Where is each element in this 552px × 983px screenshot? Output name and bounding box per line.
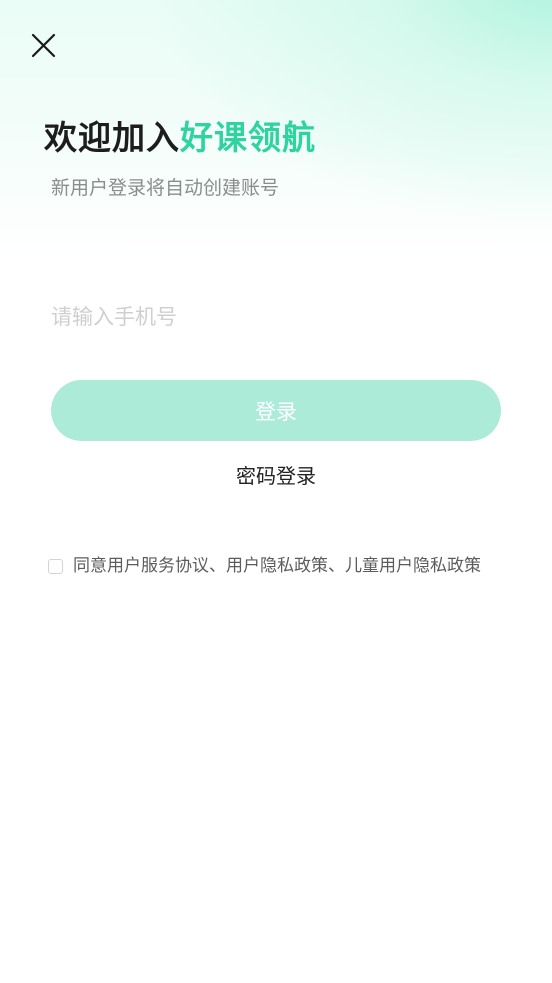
agreement-checkbox[interactable] (48, 558, 63, 574)
password-login-link[interactable]: 密码登录 (0, 460, 552, 492)
page-title: 欢迎加入好课领航 (44, 116, 316, 160)
brand-name: 好课领航 (180, 118, 316, 157)
close-button[interactable] (28, 30, 60, 62)
title-prefix: 欢迎加入 (44, 118, 180, 157)
phone-input[interactable] (51, 296, 501, 338)
agreement-text[interactable]: 同意用户服务协议、用户隐私政策、儿童用户隐私政策 (73, 553, 481, 579)
agreement-row: 同意用户服务协议、用户隐私政策、儿童用户隐私政策 (48, 553, 481, 579)
close-icon (31, 33, 56, 58)
subtitle: 新用户登录将自动创建账号 (51, 177, 280, 199)
login-button[interactable]: 登录 (51, 380, 501, 441)
